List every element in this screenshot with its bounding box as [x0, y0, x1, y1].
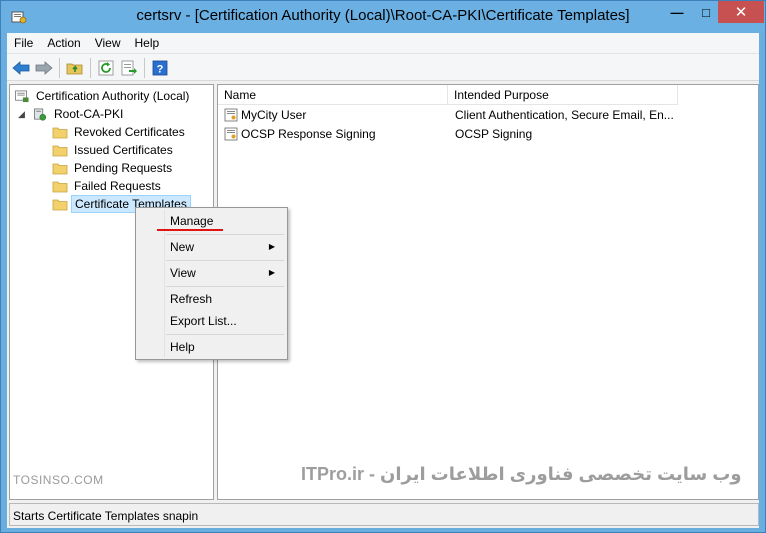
back-button[interactable] [11, 58, 31, 78]
template-name: OCSP Response Signing [241, 127, 376, 141]
toolbar-separator [59, 58, 60, 78]
status-text: Starts Certificate Templates snapin [13, 509, 199, 523]
svg-text:?: ? [157, 64, 164, 76]
menu-bar: File Action View Help [7, 33, 759, 53]
table-row[interactable]: MyCity User Client Authentication, Secur… [218, 106, 758, 125]
menu-help[interactable]: Help [128, 33, 167, 53]
tree-node-root-ca-pki[interactable]: Root-CA-PKI [32, 105, 126, 123]
expanded-arrow-icon[interactable]: ◢ [18, 109, 25, 120]
menu-item-label: New [170, 240, 195, 254]
help-button[interactable]: ? [150, 58, 170, 78]
up-one-level-button[interactable] [65, 58, 85, 78]
menu-separator [166, 334, 284, 335]
tree-label: Root-CA-PKI [54, 107, 124, 121]
template-purpose: Client Authentication, Secure Email, En.… [455, 108, 674, 122]
watermark-tosinso: TOSINSO.COM [13, 473, 104, 487]
column-header-name[interactable]: Name [218, 85, 448, 105]
template-purpose: OCSP Signing [455, 127, 533, 141]
tree-label: Issued Certificates [74, 143, 173, 157]
toolbar: ? [7, 53, 759, 81]
menu-action[interactable]: Action [40, 33, 87, 53]
menu-separator [166, 260, 284, 261]
folder-icon [52, 199, 68, 210]
menu-item-view[interactable]: View ▶ [138, 262, 285, 284]
tree-node-pending-requests[interactable]: Pending Requests [52, 159, 175, 177]
export-list-icon [121, 60, 137, 76]
export-list-button[interactable] [119, 58, 139, 78]
folder-icon [52, 127, 68, 138]
watermark-itpro: ITPro.ir - وب سایت تخصصی فناوری اطلاعات … [301, 464, 742, 484]
maximize-button[interactable]: □ [691, 1, 721, 23]
tree-label: Revoked Certificates [74, 125, 185, 139]
menu-file[interactable]: File [7, 33, 40, 53]
close-button[interactable]: ✕ [718, 1, 764, 23]
up-folder-icon [66, 63, 83, 75]
tree-node-revoked-certificates[interactable]: Revoked Certificates [52, 123, 188, 141]
table-row[interactable]: OCSP Response Signing OCSP Signing [218, 125, 758, 144]
menu-separator [166, 234, 284, 235]
refresh-button[interactable] [96, 58, 116, 78]
toolbar-separator [90, 58, 91, 78]
forward-button[interactable] [34, 58, 54, 78]
window-title: certsrv - [Certification Authority (Loca… [136, 7, 630, 24]
results-list[interactable]: Name Intended Purpose MyCity User Client… [217, 84, 759, 500]
refresh-icon [98, 60, 114, 76]
tree-node-certification-authority[interactable]: Certification Authority (Local) [14, 87, 192, 105]
help-icon: ? [152, 60, 168, 76]
template-name: MyCity User [241, 108, 307, 122]
mmc-window: certsrv - [Certification Authority (Loca… [0, 0, 766, 533]
tree-node-failed-requests[interactable]: Failed Requests [52, 177, 164, 195]
certificate-template-icon [224, 127, 238, 141]
menu-item-label: Refresh [170, 292, 213, 306]
certificate-template-icon [224, 108, 238, 122]
submenu-arrow-icon: ▶ [268, 268, 275, 277]
manage-highlight-underline [157, 229, 223, 231]
back-icon [12, 61, 30, 75]
menu-item-label: Export List... [170, 314, 237, 328]
tree-label: Pending Requests [74, 161, 173, 175]
folder-icon [52, 181, 68, 192]
menu-item-export-list[interactable]: Export List... [138, 310, 285, 332]
menu-item-label: Manage [170, 214, 214, 228]
menu-item-help[interactable]: Help [138, 336, 285, 358]
column-header-intended-purpose[interactable]: Intended Purpose [448, 85, 678, 105]
toolbar-separator [144, 58, 145, 78]
tree-node-issued-certificates[interactable]: Issued Certificates [52, 141, 176, 159]
menu-item-label: View [170, 266, 196, 280]
forward-icon [35, 61, 53, 75]
folder-icon [52, 163, 68, 174]
menu-item-label: Help [170, 340, 195, 354]
folder-icon [52, 145, 68, 156]
menu-item-refresh[interactable]: Refresh [138, 288, 285, 310]
tree-label: Certification Authority (Local) [36, 89, 190, 103]
ca-server-icon [34, 108, 47, 121]
menu-view[interactable]: View [88, 33, 128, 53]
title-bar[interactable]: certsrv - [Certification Authority (Loca… [1, 1, 765, 33]
status-bar: Starts Certificate Templates snapin [9, 503, 759, 526]
client-area: File Action View Help ? Certification Au… [7, 33, 759, 528]
menu-item-new[interactable]: New ▶ [138, 236, 285, 258]
minimize-button[interactable]: — [662, 1, 692, 23]
submenu-arrow-icon: ▶ [268, 242, 275, 251]
certificate-authority-icon [15, 90, 29, 102]
tree-label: Failed Requests [74, 179, 161, 193]
menu-separator [166, 286, 284, 287]
